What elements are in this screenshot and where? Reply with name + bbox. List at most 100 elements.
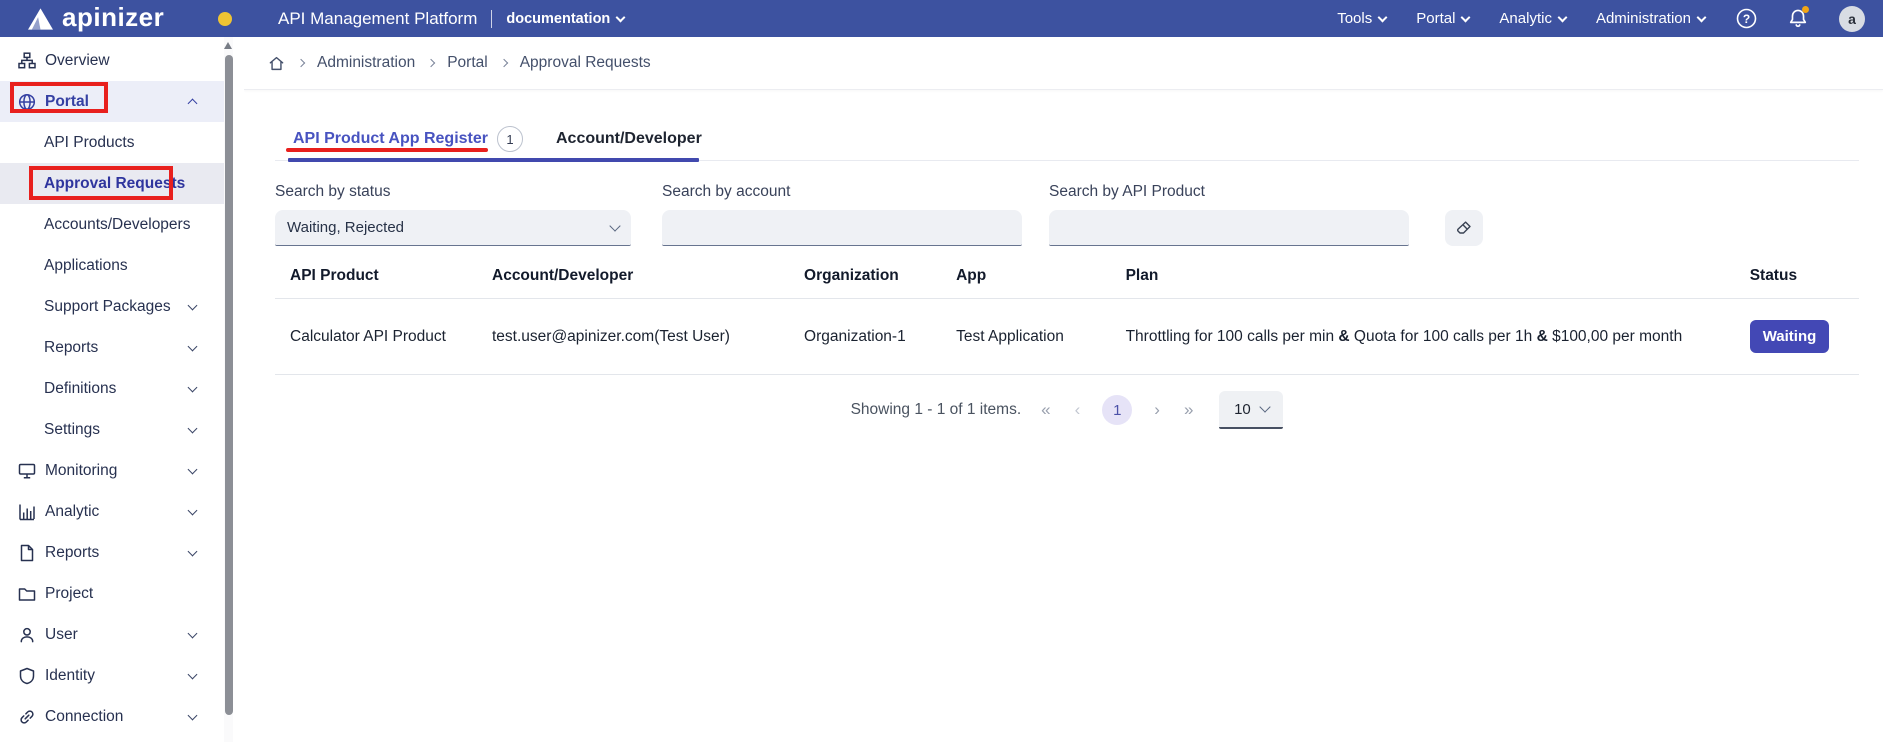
sidebar-item-applications[interactable]: Applications — [0, 245, 224, 286]
scrollbar-thumb[interactable] — [225, 55, 233, 715]
tab-label: API Product App Register — [293, 130, 488, 148]
column-header-account-developer: Account/Developer — [492, 254, 804, 299]
sidebar-item-settings[interactable]: Settings — [0, 409, 224, 450]
tab-ink-bar — [288, 158, 699, 162]
table-row[interactable]: Calculator API Product test.user@apinize… — [275, 299, 1859, 375]
first-page-button[interactable]: « — [1037, 400, 1054, 420]
sidebar-item-label: Support Packages — [44, 298, 171, 316]
sidebar-item-overview[interactable]: Overview — [0, 40, 224, 81]
chevron-down-icon — [188, 382, 198, 392]
cell-app: Test Application — [956, 299, 1125, 375]
next-page-button[interactable]: › — [1150, 400, 1164, 420]
column-header-app: App — [956, 254, 1125, 299]
api-product-filter-input[interactable] — [1049, 210, 1409, 246]
status-filter-select[interactable]: Waiting, Rejected — [275, 210, 631, 246]
account-filter-input[interactable] — [662, 210, 1022, 246]
last-page-button[interactable]: » — [1180, 400, 1197, 420]
chevron-up-icon — [188, 99, 198, 109]
sidebar-item-monitoring[interactable]: Monitoring — [0, 450, 224, 491]
menu-portal[interactable]: Portal — [1416, 10, 1469, 27]
chevron-down-icon — [188, 505, 198, 515]
sidebar-item-label: Reports — [45, 544, 99, 562]
tab-count-badge: 1 — [497, 126, 523, 152]
shield-icon — [18, 667, 36, 685]
breadcrumb-item-approval-requests[interactable]: Approval Requests — [520, 54, 651, 72]
menu-tools[interactable]: Tools — [1337, 10, 1386, 27]
monitor-icon — [18, 462, 36, 480]
api-product-filter-label: Search by API Product — [1049, 183, 1409, 201]
user-icon — [18, 626, 36, 644]
status-badge: Waiting — [1750, 320, 1830, 353]
chevron-down-icon — [188, 628, 198, 638]
chevron-down-icon — [188, 710, 198, 720]
sidebar: Overview Portal API Products Approval Re… — [0, 37, 244, 742]
tab-account-developer[interactable]: Account/Developer — [556, 130, 702, 148]
chevron-down-icon — [188, 669, 198, 679]
top-navbar: apinizer API Management Platform documen… — [0, 0, 1883, 37]
globe-icon — [18, 93, 36, 111]
sidebar-item-label: Definitions — [44, 380, 116, 398]
notifications-bell-icon[interactable] — [1787, 8, 1809, 30]
sidebar-item-accounts-developers[interactable]: Accounts/Developers — [0, 204, 224, 245]
sidebar-item-label: Applications — [44, 257, 128, 275]
sidebar-item-label: User — [45, 626, 78, 644]
home-icon[interactable] — [268, 55, 285, 72]
sidebar-item-reports-portal[interactable]: Reports — [0, 327, 224, 368]
breadcrumb-item-administration[interactable]: Administration — [317, 54, 415, 72]
sidebar-item-label: Portal — [45, 93, 89, 111]
document-icon — [18, 544, 36, 562]
sidebar-item-connection[interactable]: Connection — [0, 696, 224, 737]
page-size-select[interactable]: 10 — [1219, 391, 1283, 429]
page-content: API Product App Register 1 Account/Devel… — [244, 90, 1883, 742]
environment-dropdown[interactable]: documentation — [506, 11, 624, 27]
sidebar-toggle-dot[interactable] — [218, 12, 232, 26]
menu-administration[interactable]: Administration — [1596, 10, 1705, 27]
user-avatar[interactable]: a — [1839, 6, 1865, 32]
clear-filters-button[interactable] — [1445, 210, 1483, 246]
sidebar-item-label: Connection — [45, 708, 123, 726]
product-title: API Management Platform — [278, 9, 477, 29]
pagination: Showing 1 - 1 of 1 items. « ‹ 1 › » 10 — [275, 391, 1859, 429]
apinizer-logo-icon — [28, 8, 53, 30]
sitemap-icon — [18, 52, 36, 70]
sidebar-item-support-packages[interactable]: Support Packages — [0, 286, 224, 327]
logo-text: apinizer — [62, 4, 164, 33]
chevron-down-icon — [188, 546, 198, 556]
chevron-down-icon — [188, 300, 198, 310]
sidebar-item-definitions[interactable]: Definitions — [0, 368, 224, 409]
breadcrumb-separator-icon — [499, 59, 507, 67]
scroll-up-arrow[interactable] — [224, 42, 232, 49]
help-icon[interactable]: ? — [1735, 8, 1757, 30]
sidebar-item-label: Overview — [45, 52, 110, 70]
svg-text:?: ? — [1742, 12, 1749, 26]
chevron-down-icon — [1558, 12, 1568, 22]
column-header-organization: Organization — [804, 254, 956, 299]
filter-row: Search by status Waiting, Rejected Searc… — [275, 183, 1859, 246]
sidebar-item-api-products[interactable]: API Products — [0, 122, 224, 163]
sidebar-item-project[interactable]: Project — [0, 573, 224, 614]
cell-api-product: Calculator API Product — [275, 299, 492, 375]
previous-page-button[interactable]: ‹ — [1071, 400, 1085, 420]
menu-analytic[interactable]: Analytic — [1499, 10, 1566, 27]
breadcrumb-separator-icon — [297, 59, 305, 67]
cell-account: test.user@apinizer.com(Test User) — [492, 299, 804, 375]
breadcrumb-item-portal[interactable]: Portal — [447, 54, 488, 72]
sidebar-item-label: API Products — [44, 134, 134, 152]
sidebar-item-label: Identity — [45, 667, 95, 685]
sidebar-item-user[interactable]: User — [0, 614, 224, 655]
folder-icon — [18, 585, 36, 603]
chevron-down-icon — [188, 464, 198, 474]
chevron-down-icon — [616, 12, 626, 22]
account-filter-label: Search by account — [662, 183, 1022, 201]
sidebar-item-portal[interactable]: Portal — [0, 81, 224, 122]
sidebar-item-approval-requests[interactable]: Approval Requests — [0, 163, 224, 204]
annotation-underline-active-tab — [286, 148, 488, 152]
sidebar-item-reports[interactable]: Reports — [0, 532, 224, 573]
column-header-plan: Plan — [1126, 254, 1750, 299]
page-number-button[interactable]: 1 — [1102, 395, 1132, 425]
sidebar-item-analytic[interactable]: Analytic — [0, 491, 224, 532]
sidebar-item-label: Reports — [44, 339, 98, 357]
chevron-down-icon — [1378, 12, 1388, 22]
logo[interactable]: apinizer — [0, 4, 216, 33]
sidebar-item-identity[interactable]: Identity — [0, 655, 224, 696]
